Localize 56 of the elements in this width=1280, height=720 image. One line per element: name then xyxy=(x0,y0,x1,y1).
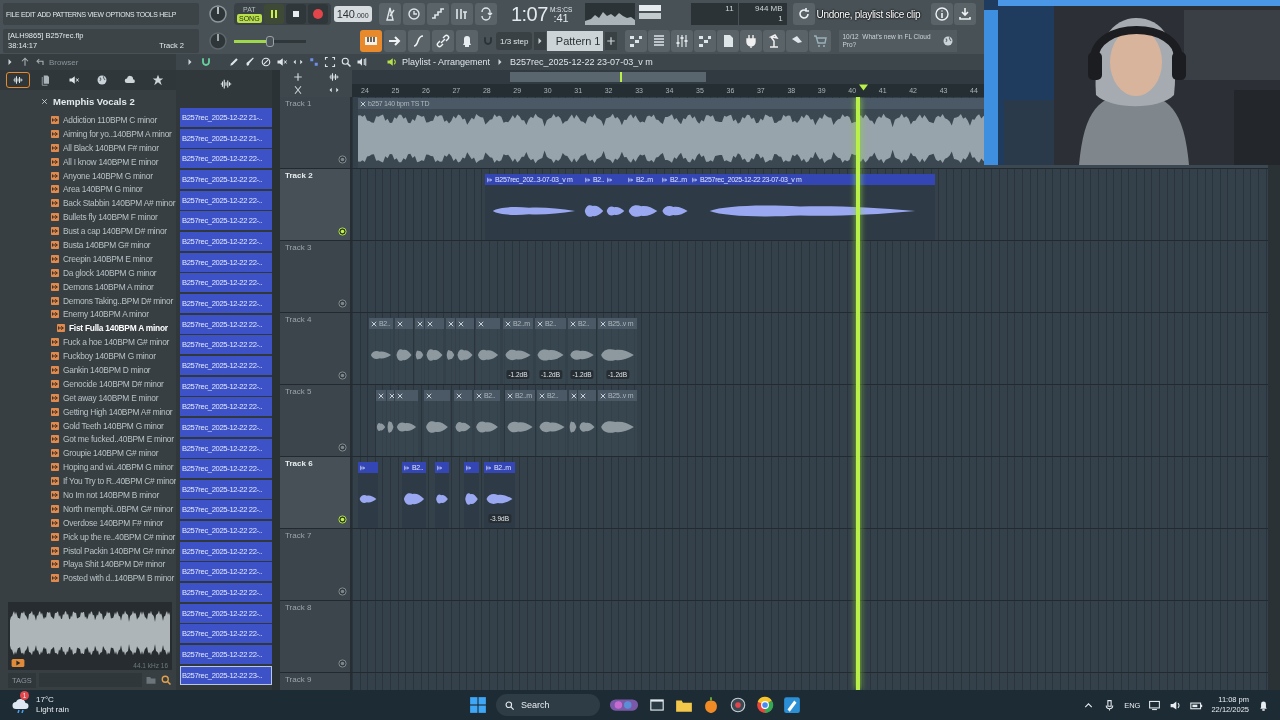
cpu-reading: 11 xyxy=(725,4,734,15)
browser-item[interactable]: Pistol Packin 140BPM G# minor xyxy=(0,543,176,558)
track-header[interactable]: Track 2 xyxy=(280,169,352,240)
folder-name[interactable]: Memphis Vocals 2 xyxy=(53,95,135,107)
browser-item[interactable]: Demons Taking..BPM D# minor xyxy=(0,293,176,308)
browser-item[interactable]: Fuck a hoe 140BPM G# minor xyxy=(0,335,176,350)
status-message: Undone, playlist slice clip xyxy=(816,8,922,20)
browser-item[interactable]: All Black 140BPM F# minor xyxy=(0,140,176,155)
browser-item[interactable]: Posted with d..140BPM B minor xyxy=(0,571,176,586)
browser-item[interactable]: Demons 140BPM A minor xyxy=(0,279,176,294)
browser-item[interactable]: Fuckboy 140BPM G minor xyxy=(0,349,176,364)
clip-name: B257rec_2025-12-22 23-07-03_v m xyxy=(510,57,653,67)
track-header[interactable]: Track 8 xyxy=(280,601,352,672)
browser-item[interactable]: Anyone 140BPM G minor xyxy=(0,168,176,183)
browser-item[interactable]: Groupie 140BPM G# minor xyxy=(0,446,176,461)
browser-item[interactable]: Creepin 140BPM E minor xyxy=(0,251,176,266)
browser-item[interactable]: No Im not 140BPM B minor xyxy=(0,488,176,502)
track-header[interactable]: Track 6 xyxy=(280,457,352,528)
track-header[interactable]: Track 9 xyxy=(280,673,352,690)
temperature: 17°C xyxy=(36,695,55,705)
browser-item[interactable]: Getting High 140BPM A# minor xyxy=(0,404,176,419)
track-header[interactable]: Track 7 xyxy=(280,529,352,600)
pattern-selector[interactable]: Pattern 1 xyxy=(547,31,604,51)
browser-item[interactable]: All I know 140BPM E minor xyxy=(0,154,176,169)
browser-item[interactable]: Genocide 140BPM D# minor xyxy=(0,376,176,391)
search-field[interactable]: Search xyxy=(496,694,600,716)
browser-item[interactable]: Addiction 110BPM C minor xyxy=(0,113,176,127)
browser-item[interactable]: North memphi..0BPM G# minor xyxy=(0,501,176,516)
browser-item[interactable]: Fist Fulla 140BPM A minor xyxy=(0,321,176,336)
browser-item[interactable]: Overdose 140BPM F# minor xyxy=(0,515,176,530)
browser-item[interactable]: Playa Shit 140BPM D# minor xyxy=(0,557,176,572)
browser-item[interactable]: Gold Teeth 140BPM G minor xyxy=(0,418,176,433)
browser-item[interactable]: Got me fucked..40BPM E minor xyxy=(0,432,176,447)
browser-item[interactable]: Aiming for yo..140BPM A minor xyxy=(0,126,176,141)
browser-item[interactable]: Bullets fly 140BPM F minor xyxy=(0,210,176,225)
playlist-title: Playlist - Arrangement xyxy=(402,57,491,67)
browser-item[interactable]: Back Stabbin 140BPM A# minor xyxy=(0,196,176,211)
browser-item[interactable]: Enemy 140BPM A minor xyxy=(0,307,176,322)
browser-item[interactable]: Gankin 140BPM D minor xyxy=(0,363,176,377)
browser-item[interactable]: Busta 140BPM G# minor xyxy=(0,238,176,252)
browser-item[interactable]: Hoping and wi..40BPM G minor xyxy=(0,460,176,475)
browser-item[interactable]: Area 140BPM G minor xyxy=(0,182,176,197)
snap-dropdown[interactable]: 1/3 step xyxy=(496,32,533,50)
browser-item[interactable]: Bust a cap 140BPM D# minor xyxy=(0,224,176,238)
polyphony-reading: 1 xyxy=(778,14,783,24)
browser-item[interactable]: Da glock 140BPM G minor xyxy=(0,265,176,280)
track-header[interactable]: Track 4 xyxy=(280,313,352,384)
memory-reading: 944 MB xyxy=(755,4,783,14)
track-header[interactable]: Track 5 xyxy=(280,385,352,456)
browser-item[interactable]: Pick up the re..40BPM C# minor xyxy=(0,529,176,544)
browser-item[interactable]: Get away 140BPM E minor xyxy=(0,390,176,405)
track-header[interactable]: Track 3 xyxy=(280,241,352,312)
track-header[interactable]: Track 1 xyxy=(280,97,352,168)
browser-item[interactable]: If You Try to R..40BPM C# minor xyxy=(0,474,176,489)
weather-label: Light rain xyxy=(36,705,69,715)
browser-title: Browser xyxy=(49,57,79,67)
